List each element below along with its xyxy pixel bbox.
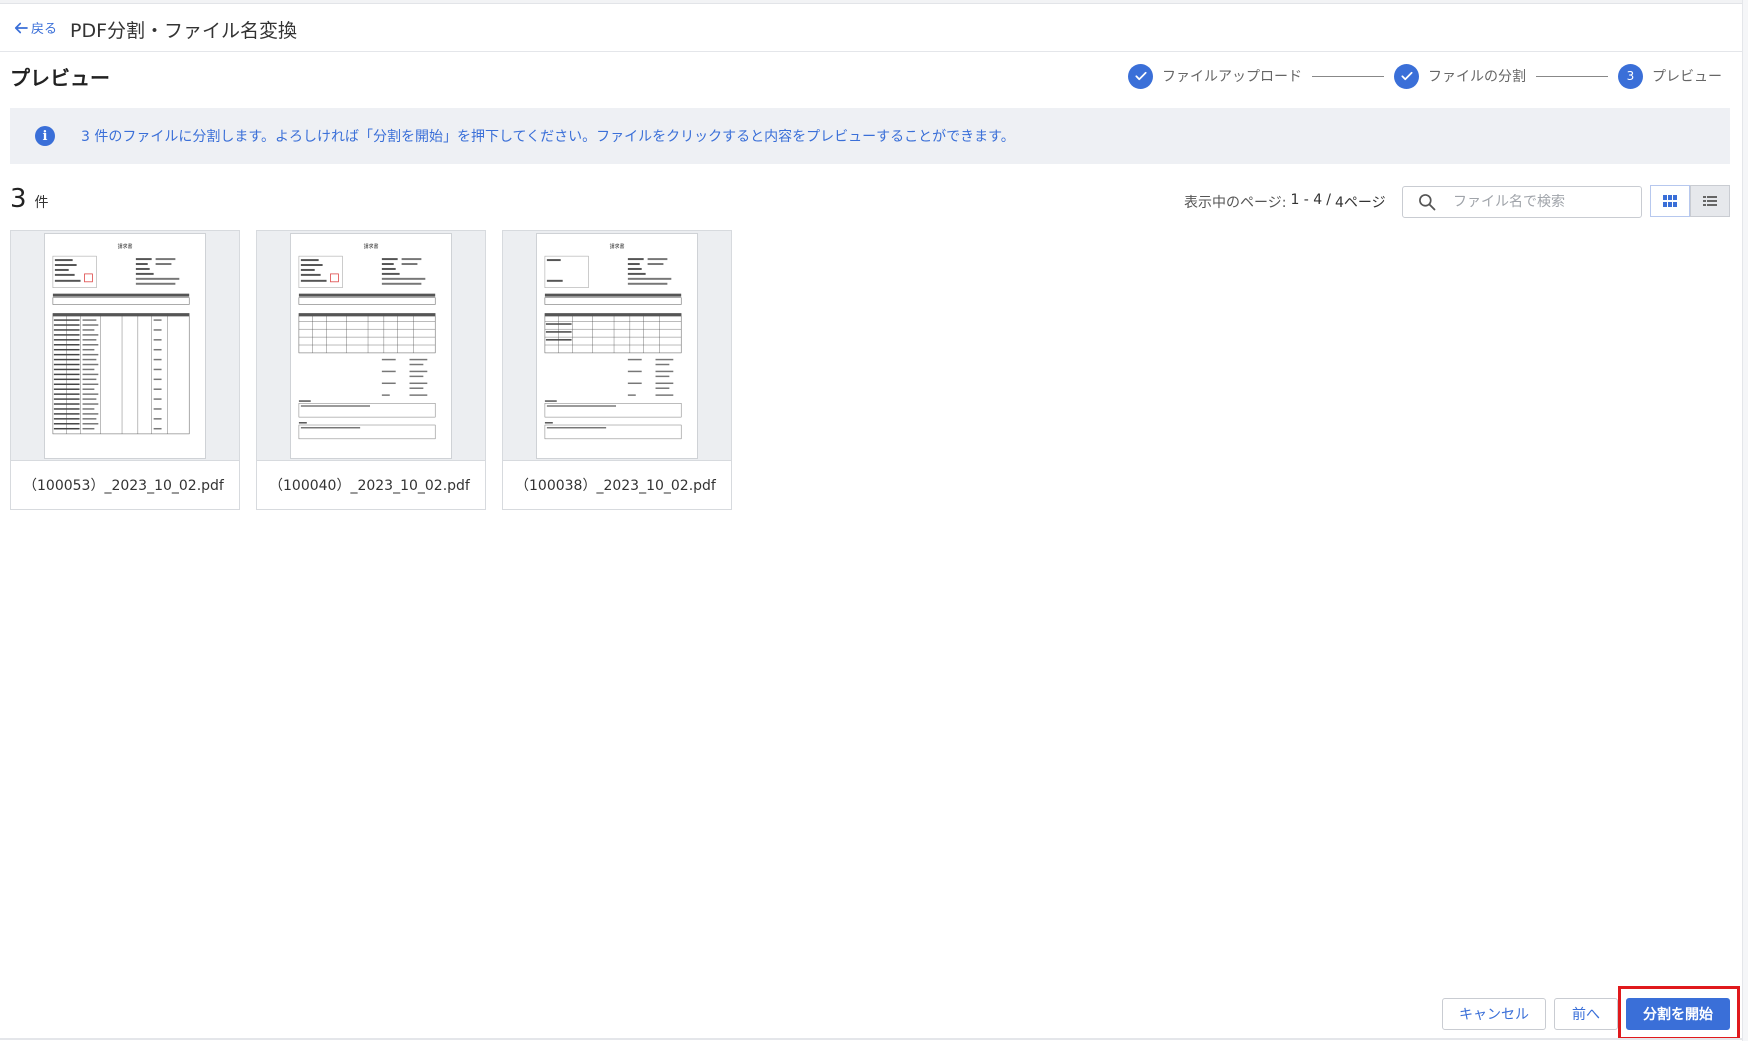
step-number: 3 bbox=[1618, 63, 1643, 89]
page-separator: / bbox=[1326, 192, 1331, 208]
doc-title: 請求書 bbox=[364, 243, 379, 250]
back-label: 戻る bbox=[31, 22, 58, 37]
result-count: 3 件 bbox=[10, 184, 49, 214]
check-icon bbox=[1128, 63, 1153, 89]
footer-divider bbox=[0, 1038, 1742, 1040]
file-name: （100038）_2023_10_02.pdf bbox=[515, 478, 716, 494]
cancel-button[interactable]: キャンセル bbox=[1442, 998, 1546, 1030]
arrow-left-icon bbox=[14, 22, 28, 33]
grid-icon bbox=[1663, 195, 1677, 207]
list-icon bbox=[1703, 196, 1717, 206]
info-message: 3 件のファイルに分割します。よろしければ「分割を開始」を押下してください。ファ… bbox=[81, 129, 1015, 145]
count-unit: 件 bbox=[34, 195, 49, 211]
step-upload: ファイルアップロード bbox=[1128, 63, 1302, 89]
file-thumbnail: 請求書 bbox=[11, 231, 239, 461]
view-toggle bbox=[1650, 185, 1730, 217]
file-name: （100040）_2023_10_02.pdf bbox=[269, 478, 470, 494]
file-grid: 請求書 （100053）_2023_10_02.pdf 請求書 （100040）… bbox=[10, 230, 732, 510]
step-preview: 3 プレビュー bbox=[1618, 63, 1722, 89]
page-total: 4ページ bbox=[1334, 195, 1386, 211]
previous-button[interactable]: 前へ bbox=[1554, 998, 1618, 1030]
highlight-box bbox=[1618, 986, 1740, 1040]
step-connector bbox=[1312, 75, 1384, 77]
page-label: 表示中のページ: bbox=[1184, 195, 1287, 211]
file-thumbnail: 請求書 bbox=[503, 231, 731, 461]
pdf-thumbnail-page: 請求書 bbox=[44, 233, 206, 459]
pdf-thumbnail-page: 請求書 bbox=[536, 233, 698, 459]
file-card[interactable]: 請求書 bbox=[256, 230, 486, 510]
doc-title: 請求書 bbox=[118, 243, 133, 250]
file-thumbnail: 請求書 bbox=[257, 231, 485, 461]
app-title: PDF分割・ファイル名変換 bbox=[70, 20, 298, 42]
step-connector bbox=[1536, 75, 1608, 77]
count-number: 3 bbox=[10, 184, 27, 214]
pdf-thumbnail-page: 請求書 bbox=[290, 233, 452, 459]
file-card[interactable]: 請求書 bbox=[10, 230, 240, 510]
list-view-button[interactable] bbox=[1690, 185, 1730, 217]
page-range: 1 - 4 bbox=[1290, 192, 1323, 208]
check-icon bbox=[1394, 63, 1419, 89]
back-link[interactable]: 戻る bbox=[12, 18, 57, 37]
search-input[interactable] bbox=[1453, 194, 1633, 210]
info-banner: i 3 件のファイルに分割します。よろしければ「分割を開始」を押下してください。… bbox=[10, 108, 1730, 164]
file-card[interactable]: 請求書 bbox=[502, 230, 732, 510]
doc-title: 請求書 bbox=[610, 243, 625, 250]
stepper: ファイルアップロード ファイルの分割 3 プレビュー bbox=[1128, 62, 1722, 90]
page-indicator: 表示中のページ: 1 - 4 / 4ページ bbox=[1184, 192, 1386, 212]
info-icon: i bbox=[35, 126, 55, 146]
window-edge bbox=[1742, 0, 1748, 1041]
step-label: プレビュー bbox=[1652, 69, 1722, 85]
step-split: ファイルの分割 bbox=[1394, 63, 1526, 89]
file-name: （100053）_2023_10_02.pdf bbox=[23, 478, 224, 494]
grid-view-button[interactable] bbox=[1650, 185, 1690, 217]
step-label: ファイルの分割 bbox=[1428, 69, 1526, 85]
search-box bbox=[1402, 186, 1642, 218]
step-label: ファイルアップロード bbox=[1162, 69, 1302, 85]
search-icon bbox=[1419, 194, 1436, 211]
page-title: プレビュー bbox=[10, 66, 110, 90]
header-bar: 戻る PDF分割・ファイル名変換 bbox=[0, 4, 1742, 52]
